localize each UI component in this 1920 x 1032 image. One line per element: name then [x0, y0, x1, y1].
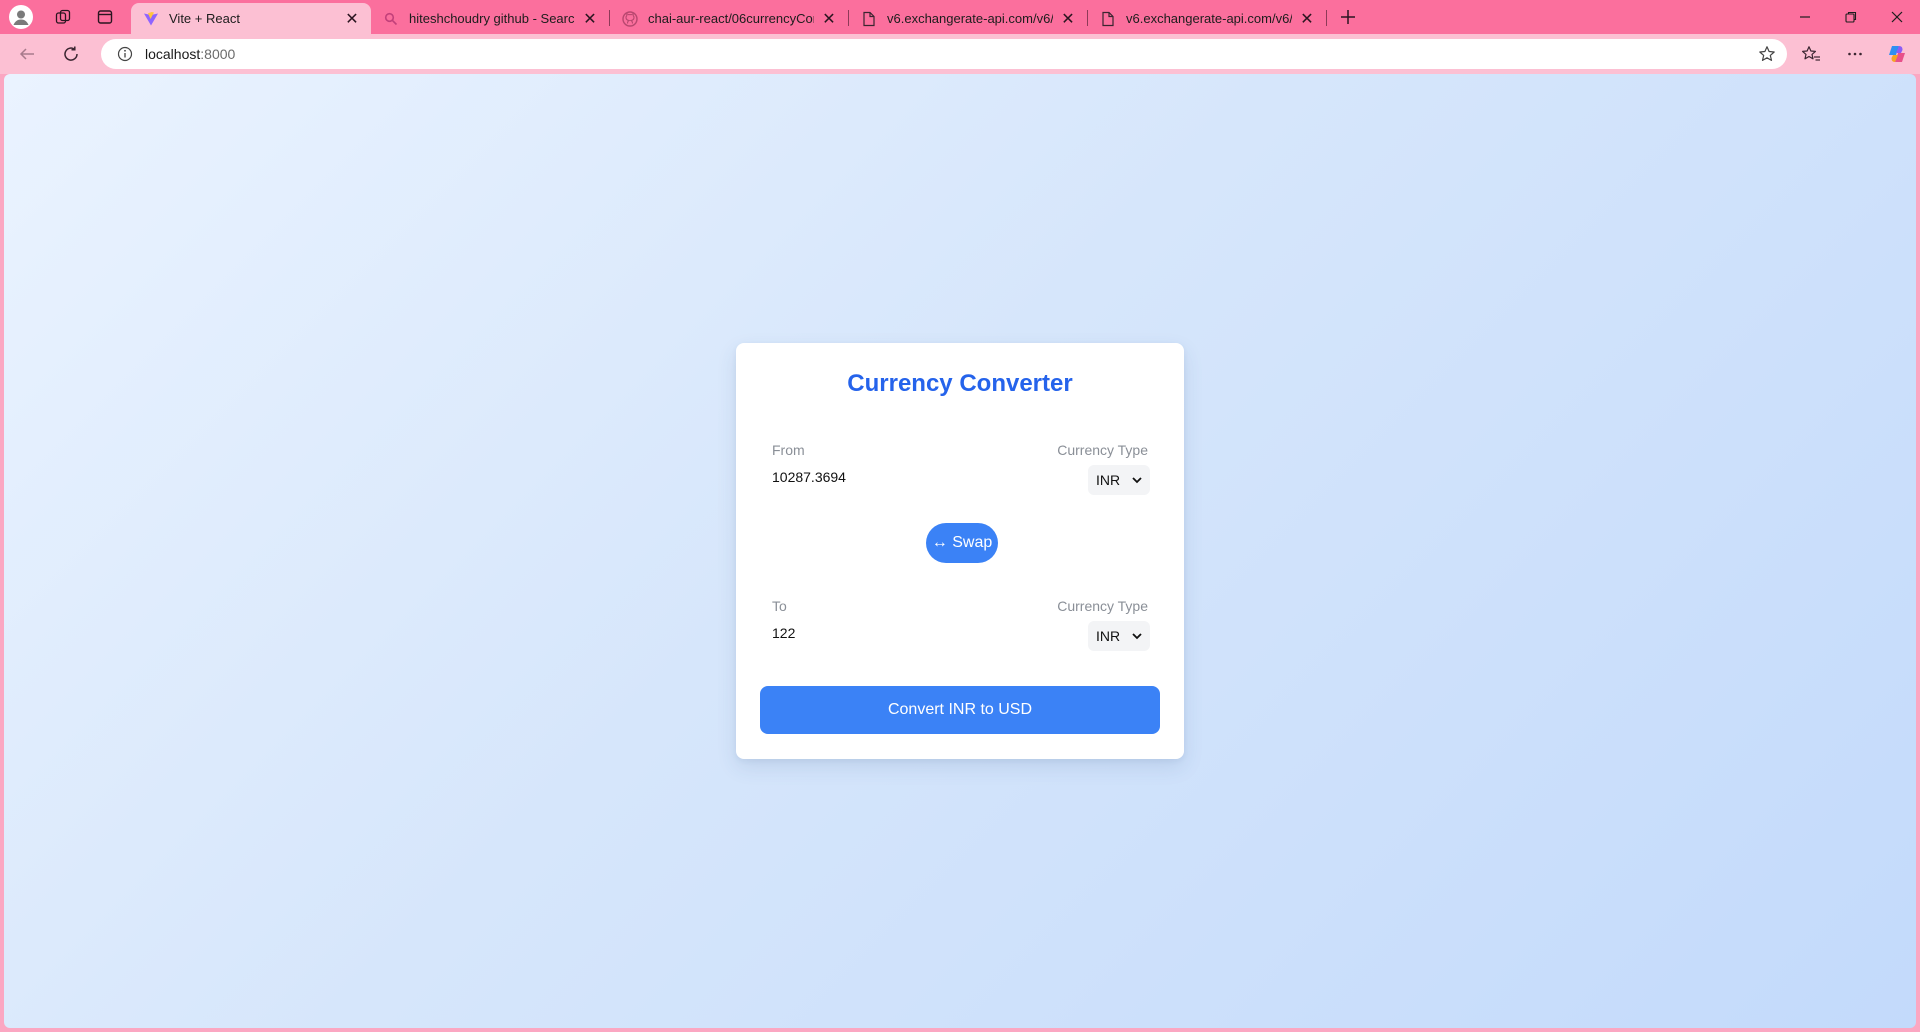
- copilot-button[interactable]: [1880, 38, 1914, 70]
- close-icon: [1891, 11, 1903, 23]
- from-amount-input[interactable]: [772, 465, 1022, 489]
- tab-actions-icon: [97, 10, 113, 24]
- document-icon: [861, 11, 877, 27]
- address-url[interactable]: localhost:8000: [145, 46, 235, 62]
- workspaces-icon: [55, 9, 71, 24]
- profile-icon: [9, 5, 33, 29]
- minimize-icon: [1800, 16, 1810, 18]
- vite-logo-icon: [143, 11, 159, 27]
- tab-divider: [1326, 10, 1327, 26]
- chevron-down-icon: [1132, 633, 1142, 640]
- to-amount-input[interactable]: [772, 621, 1022, 645]
- tab-github[interactable]: chai-aur-react/06currencyConvert ✕: [610, 3, 848, 34]
- page-title: Currency Converter: [847, 370, 1073, 397]
- convert-button[interactable]: Convert INR to USD: [760, 686, 1160, 734]
- refresh-icon: [64, 46, 78, 61]
- tab-close-icon[interactable]: ✕: [820, 9, 838, 29]
- document-icon: [1100, 11, 1116, 27]
- close-window-button[interactable]: [1874, 0, 1920, 34]
- restore-button[interactable]: [1828, 0, 1874, 34]
- from-currency-select[interactable]: INR: [1088, 465, 1150, 495]
- chevron-down-icon: [1132, 477, 1142, 484]
- github-icon: [622, 10, 638, 27]
- favorites-button[interactable]: [1794, 38, 1828, 70]
- tab-close-icon[interactable]: ✕: [1059, 9, 1077, 29]
- address-bar[interactable]: localhost:8000: [101, 39, 1787, 69]
- favorites-icon: [1802, 46, 1820, 61]
- swap-button[interactable]: ↔ Swap: [926, 523, 998, 563]
- tab-title: v6.exchangerate-api.com/v6/bd5c: [887, 11, 1053, 26]
- copilot-icon: [1889, 46, 1905, 62]
- site-info-icon[interactable]: [105, 46, 145, 62]
- browser-window: Vite + React ✕ hiteshchoudry github - Se…: [0, 0, 1920, 1032]
- from-label: From: [772, 442, 805, 458]
- tab-close-icon[interactable]: ✕: [581, 9, 599, 29]
- browser-toolbar: localhost:8000: [0, 34, 1920, 74]
- address-host: localhost: [145, 46, 201, 62]
- tab-search[interactable]: hiteshchoudry github - Search ✕: [371, 3, 609, 34]
- plus-icon: [1341, 10, 1355, 24]
- back-arrow-icon: [19, 48, 34, 60]
- tab-exchangerate-2[interactable]: v6.exchangerate-api.com/v6/bd5c ✕: [1088, 3, 1326, 34]
- workspaces-button[interactable]: [42, 0, 84, 34]
- favorite-star-icon[interactable]: [1755, 43, 1779, 65]
- new-tab-button[interactable]: [1331, 3, 1365, 31]
- address-port: :8000: [200, 46, 236, 62]
- to-currency-value: INR: [1096, 628, 1121, 644]
- more-options-button[interactable]: [1838, 38, 1872, 70]
- from-currency-value: INR: [1096, 472, 1121, 488]
- refresh-button[interactable]: [54, 38, 88, 70]
- more-horizontal-icon: [1848, 52, 1862, 56]
- tab-title: hiteshchoudry github - Search: [409, 11, 575, 26]
- converter-card: Currency Converter From Currency Type IN…: [736, 343, 1184, 759]
- tab-close-icon[interactable]: ✕: [1298, 9, 1316, 29]
- tab-title: Vite + React: [169, 11, 240, 26]
- tab-title: chai-aur-react/06currencyConvert: [648, 11, 814, 26]
- tab-close-icon[interactable]: ✕: [343, 9, 361, 29]
- vertical-tabs-button[interactable]: [84, 0, 126, 34]
- search-icon: [383, 11, 399, 27]
- minimize-button[interactable]: [1782, 0, 1828, 34]
- to-currency-select[interactable]: INR: [1088, 621, 1150, 651]
- from-currency-type-label: Currency Type: [1057, 442, 1148, 458]
- page-viewport: Currency Converter From Currency Type IN…: [4, 74, 1916, 1028]
- to-currency-type-label: Currency Type: [1057, 598, 1148, 614]
- tab-strip: Vite + React ✕ hiteshchoudry github - Se…: [0, 0, 1920, 34]
- tab-vite-react[interactable]: Vite + React ✕: [131, 3, 371, 34]
- restore-icon: [1845, 11, 1857, 23]
- tab-exchangerate-1[interactable]: v6.exchangerate-api.com/v6/bd5c ✕: [849, 3, 1087, 34]
- profile-button[interactable]: [0, 0, 42, 34]
- tab-title: v6.exchangerate-api.com/v6/bd5c: [1126, 11, 1292, 26]
- back-button[interactable]: [10, 38, 44, 70]
- to-label: To: [772, 598, 787, 614]
